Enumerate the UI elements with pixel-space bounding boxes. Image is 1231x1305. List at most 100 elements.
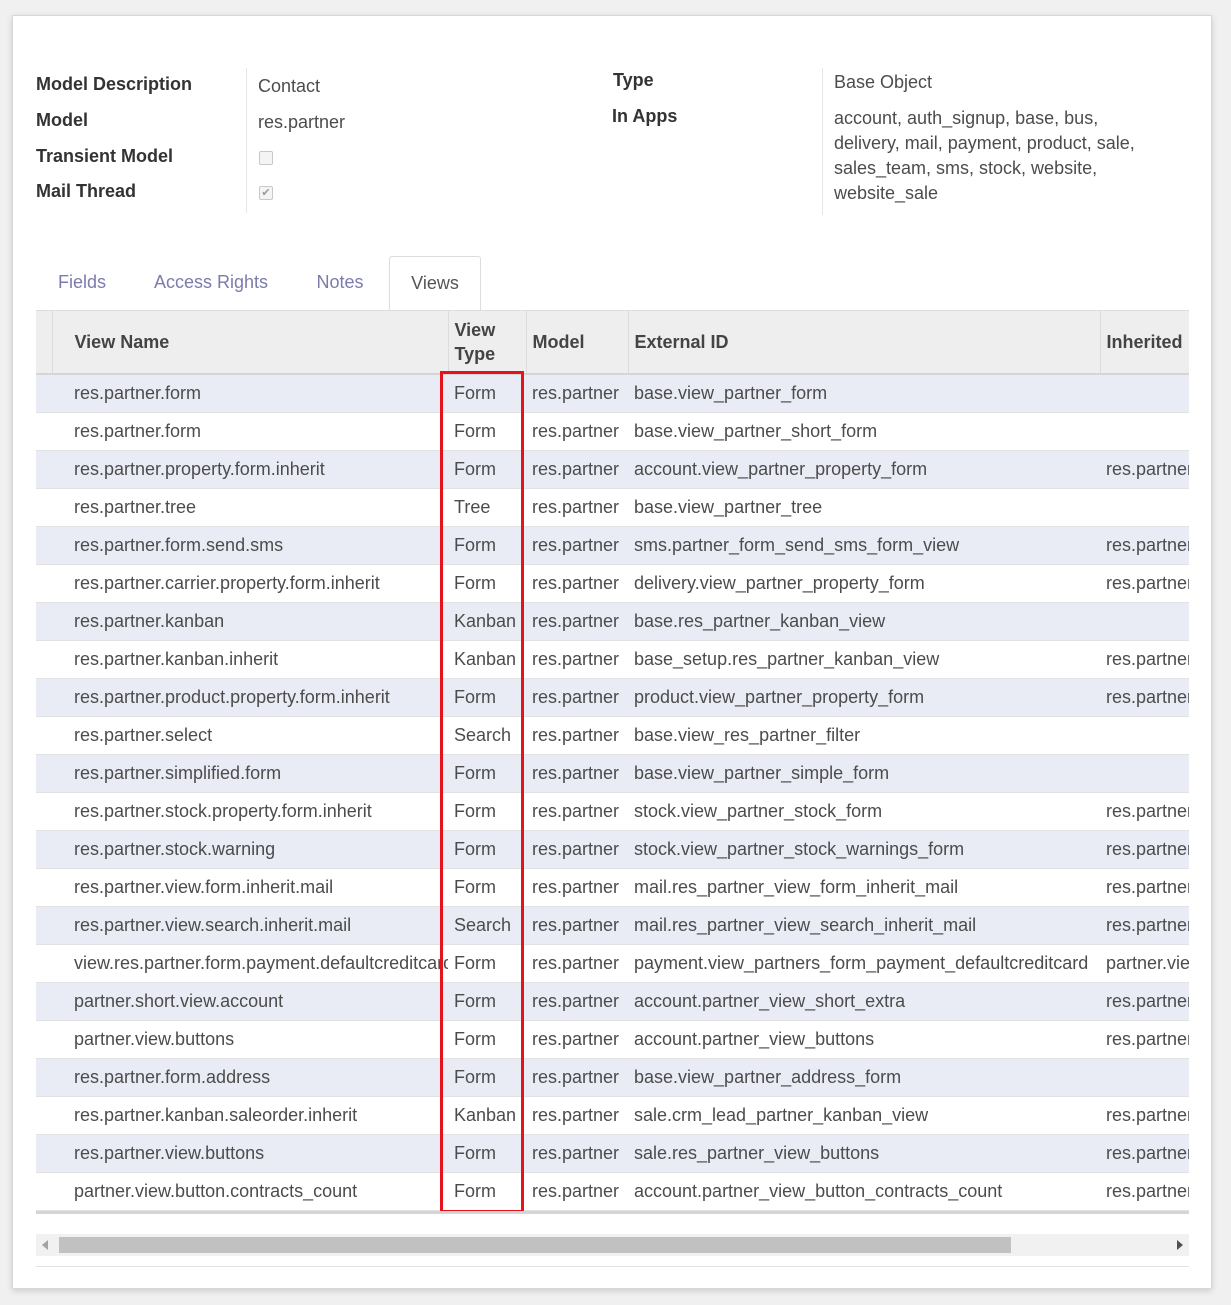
- table-row[interactable]: res.partner.simplified.form Form res.partn…: [36, 754, 1189, 793]
- model-cell: res.partner: [526, 868, 628, 907]
- table-row[interactable]: res.partner.stock.property.form.inherit F…: [36, 792, 1189, 831]
- table-row[interactable]: res.partner.view.form.inherit.mail Form re…: [36, 868, 1189, 907]
- tab-fields[interactable]: Fields: [36, 256, 128, 311]
- external-id-cell: account.view_partner_property_form: [628, 450, 1100, 489]
- external-id-cell: account.partner_view_short_extra: [628, 982, 1100, 1021]
- header-view-type[interactable]: View Type: [448, 311, 527, 375]
- view-name-cell: partner.view.button.contracts_count: [52, 1172, 448, 1211]
- view-name-cell: partner.short.view.account: [52, 982, 448, 1021]
- model-cell: res.partner: [526, 488, 628, 527]
- tab-access-rights[interactable]: Access Rights: [142, 256, 280, 311]
- external-id-cell: base.view_partner_tree: [628, 488, 1100, 527]
- external-id-cell: base_setup.res_partner_kanban_view: [628, 640, 1100, 679]
- horizontal-scrollbar[interactable]: [36, 1234, 1189, 1256]
- model-cell: res.partner: [526, 830, 628, 869]
- table-header-row: View Name View Type Model External ID In…: [36, 311, 1189, 375]
- model-cell: res.partner: [526, 564, 628, 603]
- row-handle-cell: [36, 412, 52, 451]
- external-id-cell: sms.partner_form_send_sms_form_view: [628, 526, 1100, 565]
- row-handle-cell: [36, 716, 52, 755]
- model-cell: res.partner: [526, 640, 628, 679]
- inherited-cell: res.partner: [1100, 792, 1189, 831]
- transient-model-checkbox[interactable]: [259, 151, 273, 165]
- table-row[interactable]: res.partner.form Form res.partner base.view…: [36, 412, 1189, 451]
- row-handle-cell: [36, 640, 52, 679]
- table-row[interactable]: res.partner.carrier.property.form.inheri…: [36, 564, 1189, 603]
- view-type-cell: Form: [448, 792, 526, 831]
- inherited-cell: partner.view: [1100, 944, 1189, 983]
- table-row[interactable]: partner.view.button.contracts_count Form r…: [36, 1172, 1189, 1211]
- external-id-cell: sale.crm_lead_partner_kanban_view: [628, 1096, 1100, 1135]
- view-name-cell: res.partner.kanban: [52, 602, 448, 641]
- view-name-cell: partner.view.buttons: [52, 1020, 448, 1059]
- checkmark-icon: ✔: [261, 187, 271, 199]
- inherited-cell: [1100, 754, 1189, 793]
- external-id-cell: base.view_partner_address_form: [628, 1058, 1100, 1097]
- model-cell: res.partner: [526, 1134, 628, 1173]
- view-name-cell: res.partner.form.address: [52, 1058, 448, 1097]
- table-row[interactable]: res.partner.view.buttons Form res.partner s…: [36, 1134, 1189, 1173]
- model-cell: res.partner: [526, 602, 628, 641]
- view-type-cell: Search: [448, 906, 526, 945]
- mail-thread-label: Mail Thread: [36, 181, 137, 201]
- header-external-id[interactable]: External ID: [628, 311, 1101, 375]
- view-type-cell: Form: [448, 374, 526, 413]
- table-row[interactable]: res.partner.view.search.inherit.mail Sear…: [36, 906, 1189, 945]
- table-row[interactable]: res.partner.kanban.saleorder.inherit Kanb…: [36, 1096, 1189, 1135]
- table-row[interactable]: res.partner.property.form.inherit Form res…: [36, 450, 1189, 489]
- table-row[interactable]: view.res.partner.form.payment.defaultcre…: [36, 944, 1189, 983]
- view-name-cell: res.partner.property.form.inherit: [52, 450, 448, 489]
- model-value: res.partner: [258, 112, 346, 132]
- external-id-cell: base.res_partner_kanban_view: [628, 602, 1100, 641]
- in-apps-value: account, auth_signup, base, bus, deliver…: [834, 108, 1135, 203]
- table-body: res.partner.form Form res.partner base.view…: [36, 374, 1189, 1211]
- external-id-cell: sale.res_partner_view_buttons: [628, 1134, 1100, 1173]
- scroll-right-arrow-icon[interactable]: [1177, 1240, 1183, 1250]
- inherited-cell: res.partner: [1100, 640, 1189, 679]
- view-type-cell: Form: [448, 1058, 526, 1097]
- model-label: Model: [36, 110, 88, 130]
- table-row[interactable]: res.partner.product.property.form.inheri…: [36, 678, 1189, 717]
- row-handle-cell: [36, 488, 52, 527]
- header-view-name[interactable]: View Name: [52, 311, 449, 375]
- inherited-cell: res.partner: [1100, 906, 1189, 945]
- view-type-cell: Form: [448, 1020, 526, 1059]
- model-cell: res.partner: [526, 944, 628, 983]
- inherited-cell: res.partner: [1100, 450, 1189, 489]
- scroll-left-arrow-icon[interactable]: [42, 1240, 48, 1250]
- view-name-cell: res.partner.view.buttons: [52, 1134, 448, 1173]
- table-row[interactable]: res.partner.kanban Kanban res.partner base.…: [36, 602, 1189, 641]
- table-row[interactable]: partner.view.buttons Form res.partner accou…: [36, 1020, 1189, 1059]
- inherited-cell: res.partner: [1100, 982, 1189, 1021]
- scrollbar-thumb[interactable]: [59, 1237, 1011, 1253]
- table-row[interactable]: partner.short.view.account Form res.partne…: [36, 982, 1189, 1021]
- inherited-cell: [1100, 716, 1189, 755]
- header-inherited[interactable]: Inherited: [1100, 311, 1189, 375]
- external-id-cell: stock.view_partner_stock_form: [628, 792, 1100, 831]
- table-row[interactable]: res.partner.stock.warning Form res.partner…: [36, 830, 1189, 869]
- model-description-value: Contact: [258, 76, 321, 96]
- tab-notes[interactable]: Notes: [306, 256, 374, 311]
- external-id-cell: product.view_partner_property_form: [628, 678, 1100, 717]
- table-row[interactable]: res.partner.form Form res.partner base.view…: [36, 374, 1189, 413]
- view-name-cell: res.partner.form.send.sms: [52, 526, 448, 565]
- view-name-cell: res.partner.tree: [52, 488, 448, 527]
- row-handle-cell: [36, 1096, 52, 1135]
- view-type-cell: Kanban: [448, 1096, 526, 1135]
- view-name-cell: res.partner.view.form.inherit.mail: [52, 868, 448, 907]
- mail-thread-checkbox[interactable]: ✔: [259, 186, 273, 200]
- model-cell: res.partner: [526, 450, 628, 489]
- external-id-cell: base.view_res_partner_filter: [628, 716, 1100, 755]
- notebook-tabs: Fields Access Rights Notes Views: [36, 256, 1189, 311]
- table-row[interactable]: res.partner.kanban.inherit Kanban res.part…: [36, 640, 1189, 679]
- table-row[interactable]: res.partner.select Search res.partner base.…: [36, 716, 1189, 755]
- header-model[interactable]: Model: [526, 311, 629, 375]
- tab-views[interactable]: Views: [389, 256, 481, 311]
- view-name-cell: res.partner.form: [52, 412, 448, 451]
- external-id-cell: base.view_partner_form: [628, 374, 1100, 413]
- external-id-cell: account.partner_view_buttons: [628, 1020, 1100, 1059]
- table-row[interactable]: res.partner.form.address Form res.partner b…: [36, 1058, 1189, 1097]
- table-row[interactable]: res.partner.tree Tree res.partner base.view…: [36, 488, 1189, 527]
- left-group-divider: [246, 68, 247, 213]
- table-row[interactable]: res.partner.form.send.sms Form res.partner…: [36, 526, 1189, 565]
